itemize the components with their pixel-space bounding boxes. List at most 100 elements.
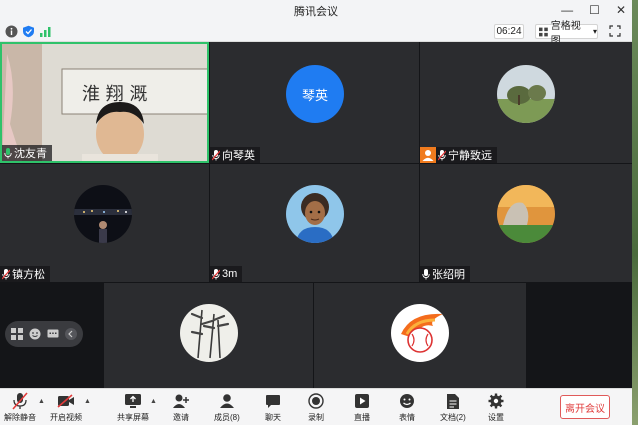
record-icon — [307, 392, 325, 410]
unmute-label: 解除静音 — [4, 413, 36, 422]
chat-button[interactable]: 聊天 — [264, 392, 282, 423]
window-title: 腾讯会议 — [294, 6, 338, 18]
settings-button[interactable]: 设置 — [487, 392, 505, 423]
microphone-icon — [422, 268, 430, 279]
participant-name-tag: 宁静致远 — [420, 147, 497, 163]
participant-name: 沈友青 — [14, 148, 47, 160]
mic-muted-icon — [438, 149, 446, 160]
fullscreen-icon[interactable] — [609, 25, 621, 37]
participant-name: 宁静致远 — [448, 150, 492, 162]
participant-tile[interactable] — [104, 283, 313, 388]
participant-tile[interactable]: 琴英 向琴英 — [210, 42, 419, 163]
avatar — [391, 304, 449, 362]
meeting-timer: 06:24 — [494, 24, 524, 39]
grid-view-icon — [539, 27, 548, 36]
avatar — [497, 65, 555, 123]
live-button[interactable]: 直播 — [353, 392, 371, 423]
audio-options-caret[interactable]: ▲ — [38, 398, 45, 405]
avatar-image — [180, 304, 238, 362]
share-screen-label: 共享屏幕 — [117, 413, 149, 422]
microphone-icon — [4, 147, 12, 158]
settings-label: 设置 — [488, 413, 504, 422]
avatar-image — [497, 65, 555, 123]
documents-button[interactable]: 文档(2) — [440, 392, 466, 423]
host-badge-icon — [420, 147, 436, 163]
participant-name-tag: 沈友青 — [2, 145, 52, 161]
start-video-label: 开启视频 — [50, 413, 82, 422]
participant-name: 张绍明 — [432, 269, 465, 281]
avatar — [286, 185, 344, 243]
participant-tile[interactable]: 张绍明 — [420, 164, 632, 282]
live-label: 直播 — [354, 413, 370, 422]
minimize-button[interactable]: — — [561, 3, 573, 17]
close-button[interactable]: ✕ — [616, 3, 626, 17]
participant-name-tag: 张绍明 — [420, 266, 470, 282]
share-screen-button[interactable]: 共享屏幕 — [117, 392, 149, 423]
participant-tile[interactable]: 淮 翔 溉 沈友青 — [0, 42, 209, 163]
avatar: 琴英 — [286, 65, 344, 123]
unmute-button[interactable]: 解除静音 — [4, 392, 36, 423]
info-icon[interactable] — [5, 25, 18, 38]
video-options-caret[interactable]: ▲ — [84, 398, 91, 405]
desktop-background — [632, 0, 638, 425]
chat-icon[interactable] — [47, 328, 59, 340]
layout-icon[interactable] — [11, 328, 23, 340]
signal-icon[interactable] — [39, 25, 52, 38]
emoji-icon — [398, 392, 416, 410]
participant-name-tag: 向琴英 — [210, 147, 260, 163]
start-video-button[interactable]: 开启视频 — [50, 392, 82, 423]
members-icon — [218, 392, 236, 410]
invite-label: 邀请 — [173, 413, 189, 422]
chevron-left-icon[interactable] — [65, 328, 77, 340]
video-grid: 淮 翔 溉 沈友青 琴英 向琴英 宁静致远 镇方松 3m 张绍明 — [0, 42, 632, 388]
svg-text:淮 翔 溉: 淮 翔 溉 — [82, 84, 147, 105]
members-button[interactable]: 成员(8) — [214, 392, 240, 423]
live-icon — [353, 392, 371, 410]
window-controls: — ☐ ✕ — [561, 3, 626, 17]
avatar — [180, 304, 238, 362]
meeting-toolbar: 解除静音 ▲ 开启视频 ▲ 共享屏幕 ▲ 邀请 成员(8) 聊天 录制 直播 表… — [0, 388, 632, 425]
chevron-down-icon: ▾ — [592, 27, 597, 36]
leave-meeting-button[interactable]: 离开会议 — [560, 395, 610, 419]
participant-video: 淮 翔 溉 — [2, 44, 207, 161]
avatar — [74, 185, 132, 243]
documents-label: 文档(2) — [440, 413, 466, 422]
participant-tile[interactable]: 宁静致远 — [420, 42, 632, 163]
status-bar: 06:24 宫格视图 ▾ — [0, 21, 632, 47]
share-screen-icon — [124, 392, 142, 410]
participant-name-tag: 镇方松 — [0, 266, 50, 282]
mic-muted-icon — [212, 268, 220, 279]
maximize-button[interactable]: ☐ — [589, 3, 600, 17]
participant-name: 向琴英 — [222, 150, 255, 162]
title-bar: 腾讯会议 — ☐ ✕ — [0, 0, 632, 22]
avatar-image — [286, 185, 344, 243]
participant-name: 镇方松 — [12, 269, 45, 281]
emoji-icon[interactable] — [29, 328, 41, 340]
shield-icon[interactable] — [22, 25, 35, 38]
mic-muted-icon — [11, 392, 29, 410]
participant-tile[interactable]: 镇方松 — [0, 164, 209, 282]
share-options-caret[interactable]: ▲ — [150, 398, 157, 405]
participant-name: 3m — [222, 268, 238, 280]
reactions-button[interactable]: 表情 — [398, 392, 416, 423]
floating-control-bar — [5, 321, 83, 347]
invite-button[interactable]: 邀请 — [172, 392, 190, 423]
participant-tile[interactable]: 3m — [210, 164, 419, 282]
participant-tile[interactable] — [314, 283, 526, 388]
chat-icon — [264, 392, 282, 410]
avatar-image — [497, 185, 555, 243]
meeting-window: 腾讯会议 — ☐ ✕ 06:24 宫格视图 ▾ 淮 翔 溉 沈友青 琴英 向琴英… — [0, 0, 632, 425]
mic-muted-icon — [212, 149, 220, 160]
members-label: 成员(8) — [214, 413, 240, 422]
document-icon — [444, 392, 462, 410]
add-user-icon — [172, 392, 190, 410]
camera-off-icon — [57, 392, 75, 410]
record-button[interactable]: 录制 — [307, 392, 325, 423]
avatar-image — [74, 185, 132, 243]
chat-label: 聊天 — [265, 413, 281, 422]
record-label: 录制 — [308, 413, 324, 422]
mic-muted-icon — [2, 268, 10, 279]
view-mode-button[interactable]: 宫格视图 ▾ — [535, 21, 598, 47]
participant-name-tag: 3m — [210, 266, 243, 282]
reactions-label: 表情 — [399, 413, 415, 422]
